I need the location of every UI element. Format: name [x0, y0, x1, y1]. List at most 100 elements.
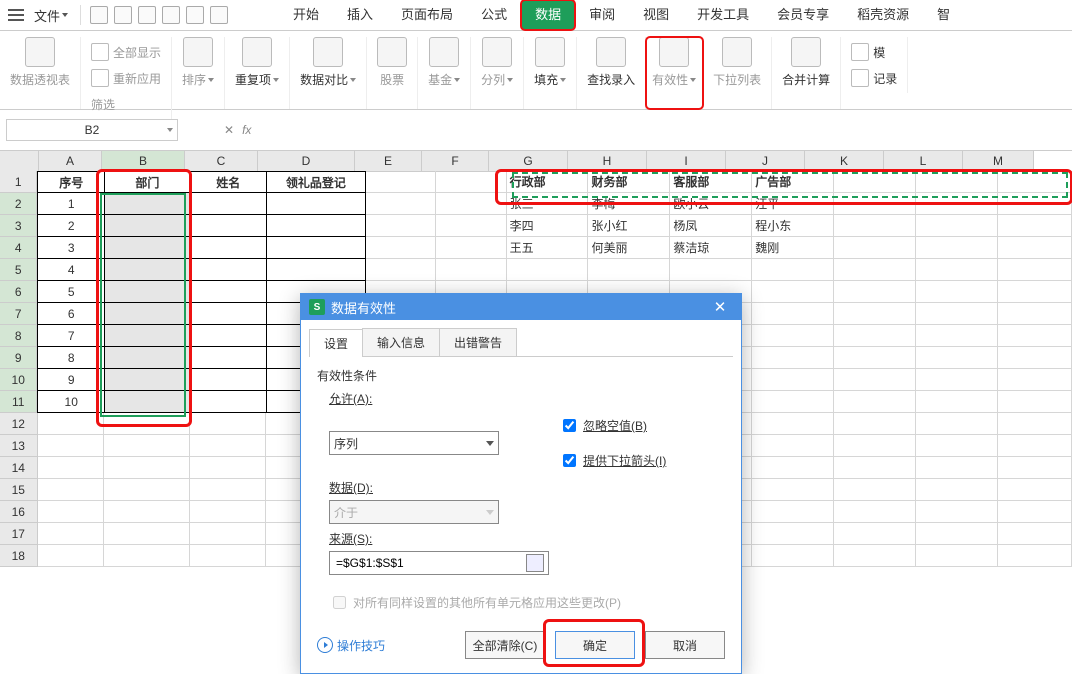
cell[interactable]: 蔡洁琼	[670, 237, 752, 259]
col-header-D[interactable]: D	[258, 151, 355, 172]
cell[interactable]	[916, 523, 998, 545]
file-menu[interactable]: 文件	[28, 6, 74, 25]
cell[interactable]	[191, 259, 267, 281]
cell[interactable]	[916, 391, 998, 413]
cell[interactable]	[507, 259, 589, 281]
dropdown-arrow-checkbox[interactable]: 提供下拉箭头(I)	[559, 451, 666, 470]
cell[interactable]: 7	[37, 325, 105, 347]
cancel-button[interactable]: 取消	[645, 631, 725, 659]
cell[interactable]	[752, 479, 834, 501]
cell[interactable]	[752, 259, 834, 281]
cell[interactable]	[105, 259, 191, 281]
cell[interactable]: 序号	[37, 171, 105, 193]
cell[interactable]	[752, 303, 834, 325]
cell[interactable]: 程小东	[752, 215, 834, 237]
group-dropdown[interactable]: 下拉列表	[703, 37, 772, 109]
cell[interactable]	[752, 369, 834, 391]
cell[interactable]	[38, 413, 105, 435]
cell[interactable]	[104, 501, 190, 523]
cell[interactable]	[588, 259, 670, 281]
cell[interactable]	[104, 457, 190, 479]
cell[interactable]	[998, 259, 1072, 281]
cell[interactable]	[190, 501, 266, 523]
row-header[interactable]: 13	[0, 435, 38, 457]
cell[interactable]	[916, 237, 998, 259]
cell[interactable]	[105, 237, 191, 259]
cell[interactable]	[916, 281, 998, 303]
close-icon[interactable]: ✕	[707, 298, 733, 316]
cell[interactable]	[752, 501, 834, 523]
cell[interactable]	[105, 369, 191, 391]
cell[interactable]	[191, 281, 267, 303]
cell[interactable]	[998, 413, 1072, 435]
row-header[interactable]: 8	[0, 325, 37, 347]
cell[interactable]	[752, 413, 834, 435]
cell[interactable]	[105, 215, 191, 237]
cell[interactable]	[191, 347, 267, 369]
cell[interactable]: 8	[37, 347, 105, 369]
cell[interactable]	[834, 259, 916, 281]
qat-icon-1[interactable]	[90, 6, 108, 24]
cell[interactable]	[998, 347, 1072, 369]
cancel-edit-icon[interactable]: ✕	[224, 123, 234, 137]
cell[interactable]	[105, 303, 191, 325]
group-lookup[interactable]: 查找录入	[577, 37, 646, 109]
dialog-tab-settings[interactable]: 设置	[309, 329, 363, 357]
cell[interactable]: 张三	[507, 193, 589, 215]
template-button[interactable]: 模	[851, 41, 897, 63]
cell[interactable]	[998, 523, 1072, 545]
cell[interactable]	[38, 479, 105, 501]
col-header-F[interactable]: F	[422, 151, 489, 172]
cell[interactable]	[366, 237, 436, 259]
cell[interactable]: 10	[37, 391, 105, 413]
row-header[interactable]: 3	[0, 215, 37, 237]
cell[interactable]: 李四	[507, 215, 589, 237]
cell[interactable]	[834, 325, 916, 347]
tab-start[interactable]: 开始	[279, 0, 333, 30]
cell[interactable]: 李梅	[588, 193, 670, 215]
cell[interactable]	[105, 281, 191, 303]
dialog-titlebar[interactable]: S 数据有效性 ✕	[301, 294, 741, 320]
cell[interactable]	[267, 215, 366, 237]
allow-select[interactable]: 序列	[329, 431, 499, 455]
cell[interactable]	[834, 523, 916, 545]
cell[interactable]	[104, 413, 190, 435]
qat-icon-5[interactable]	[186, 6, 204, 24]
cell[interactable]	[916, 435, 998, 457]
tab-formula[interactable]: 公式	[467, 0, 521, 30]
cell[interactable]	[38, 457, 105, 479]
cell[interactable]	[38, 523, 105, 545]
cell[interactable]	[105, 193, 191, 215]
cell[interactable]	[916, 171, 998, 193]
cell[interactable]	[191, 325, 267, 347]
cell[interactable]: 5	[37, 281, 105, 303]
tips-link[interactable]: 操作技巧	[317, 637, 385, 654]
cell[interactable]	[436, 259, 506, 281]
cell[interactable]	[998, 303, 1072, 325]
select-all-corner[interactable]	[0, 151, 39, 172]
cell[interactable]	[834, 171, 916, 193]
cell[interactable]	[191, 215, 267, 237]
source-input[interactable]	[329, 551, 549, 575]
cell[interactable]	[191, 369, 267, 391]
cell[interactable]	[752, 391, 834, 413]
cell[interactable]	[998, 457, 1072, 479]
col-header-H[interactable]: H	[568, 151, 647, 172]
cell[interactable]	[998, 193, 1072, 215]
row-header[interactable]: 18	[0, 545, 38, 567]
cell[interactable]	[752, 435, 834, 457]
dialog-tab-input[interactable]: 输入信息	[362, 328, 440, 356]
row-header[interactable]: 7	[0, 303, 37, 325]
cell[interactable]: 姓名	[191, 171, 267, 193]
cell[interactable]	[38, 545, 105, 567]
row-header[interactable]: 9	[0, 347, 37, 369]
cell[interactable]	[998, 391, 1072, 413]
cell[interactable]: 部门	[105, 171, 191, 193]
cell[interactable]: 张小红	[588, 215, 670, 237]
cell[interactable]	[366, 215, 436, 237]
tab-member[interactable]: 会员专享	[763, 0, 843, 30]
cell[interactable]	[834, 369, 916, 391]
tab-daoke[interactable]: 稻壳资源	[843, 0, 923, 30]
cell[interactable]	[436, 171, 506, 193]
group-fund[interactable]: 基金	[418, 37, 471, 109]
